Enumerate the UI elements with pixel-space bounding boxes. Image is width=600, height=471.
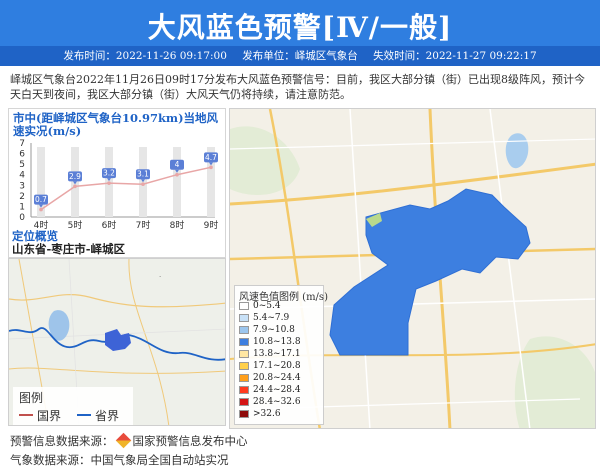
wind-speed-point (107, 181, 111, 185)
publisher: 发布单位：峄城区气象台 (242, 50, 358, 62)
weather-source-line: 气象数据来源：中国气象局全国自动站实况 (10, 453, 229, 467)
wind-legend-label: 7.9~10.8 (253, 325, 295, 335)
value-label: 4.7 (205, 153, 217, 162)
value-label: 0.7 (35, 195, 47, 204)
warning-description: 峄城区气象台2022年11月26日09时17分发布大风蓝色预警信号：目前，我区大… (10, 73, 585, 101)
wind-legend-label: 10.8~13.8 (253, 337, 301, 347)
minimap-legend-title: 图例 (19, 391, 44, 405)
national-border-swatch (19, 414, 33, 416)
wind-speed-chart: 012345670.74时2.95时3.26时3.17时48时4.79时 (19, 139, 219, 231)
wind-legend-label: 13.8~17.1 (253, 349, 301, 359)
main-map[interactable]: 风速色值图例 (m/s) 0~5.4 5.4~7.9 7.9~10.8 10.8… (229, 108, 596, 429)
y-tick-label: 7 (19, 139, 25, 149)
wind-legend-swatch (239, 338, 249, 346)
wind-legend-swatch (239, 326, 249, 334)
value-label: 2.9 (69, 172, 81, 181)
wind-legend-label: 28.4~32.6 (253, 397, 301, 407)
y-tick-label: 3 (19, 181, 25, 191)
provincial-border-label: 省界 (95, 409, 120, 423)
wind-legend-swatch (239, 350, 249, 358)
location-value: 山东省-枣庄市-峄城区 (12, 242, 126, 256)
y-tick-label: 0 (19, 213, 25, 223)
minimap-legend: 图例 国界 省界 (13, 387, 133, 425)
header-banner: 大风蓝色预警[Ⅳ/一般] 发布时间：2022-11-26 09:17:00 发布… (0, 0, 600, 66)
national-border-label: 国界 (37, 409, 62, 423)
wind-legend-label: >32.6 (253, 409, 281, 419)
wind-legend-swatch (239, 398, 249, 406)
x-tick-label: 5时 (68, 219, 83, 231)
y-tick-label: 6 (19, 150, 25, 160)
provincial-border-swatch (77, 414, 91, 416)
wind-legend-swatch (239, 386, 249, 394)
y-tick-label: 4 (19, 171, 25, 181)
wind-speed-point (39, 207, 43, 212)
wind-legend-swatch (239, 314, 249, 322)
warning-meta-bar: 发布时间：2022-11-26 09:17:00 发布单位：峄城区气象台 失效时… (0, 46, 600, 66)
publish-time: 发布时间：2022-11-26 09:17:00 (63, 50, 227, 62)
wind-legend-label: 24.4~28.4 (253, 385, 301, 395)
wind-speed-point (209, 165, 213, 170)
wind-legend-label: 5.4~7.9 (253, 313, 290, 323)
value-label: 3.1 (137, 170, 149, 179)
value-label: 3.2 (103, 169, 115, 178)
y-tick-label: 1 (19, 202, 25, 212)
x-tick-label: 7时 (136, 219, 151, 231)
wind-legend-label: 17.1~20.8 (253, 361, 301, 371)
expire-time: 失效时间：2022-11-27 09:22:17 (373, 50, 537, 62)
wind-legend-swatch (239, 362, 249, 370)
x-tick-label: 6时 (102, 219, 117, 231)
svg-text:·: · (159, 273, 161, 281)
wind-color-legend: 风速色值图例 (m/s) 0~5.4 5.4~7.9 7.9~10.8 10.8… (234, 285, 328, 425)
warning-title: 大风蓝色预警[Ⅳ/一般] (147, 11, 453, 44)
wind-speed-point (73, 184, 77, 189)
warning-source-line: 预警信息数据来源： 国家预警信息发布中心 (10, 432, 248, 449)
y-tick-label: 2 (19, 192, 25, 202)
y-tick-label: 5 (19, 160, 25, 170)
x-tick-label: 8时 (170, 219, 185, 231)
wind-legend-label: 20.8~24.4 (253, 373, 301, 383)
value-label: 4 (175, 160, 180, 169)
wind-legend-label: 0~5.4 (253, 301, 281, 311)
wind-speed-point (141, 182, 145, 187)
wind-speed-point (175, 172, 179, 177)
warning-source-label: 预警信息数据来源： (10, 434, 114, 448)
wind-speed-line (40, 166, 212, 211)
wind-legend-swatch (239, 374, 249, 382)
wind-panel-title: 市中(距峄城区气象台10.97km)当地风速实况(m/s) (13, 111, 219, 138)
release-center-logo-icon (115, 432, 131, 449)
overview-minimap[interactable]: · 图例 国界 省界 (8, 258, 226, 426)
x-tick-label: 9时 (204, 219, 219, 231)
warning-source-name[interactable]: 国家预警信息发布中心 (133, 434, 248, 448)
wind-legend-swatch (239, 410, 249, 418)
wind-legend-swatch (239, 302, 249, 310)
